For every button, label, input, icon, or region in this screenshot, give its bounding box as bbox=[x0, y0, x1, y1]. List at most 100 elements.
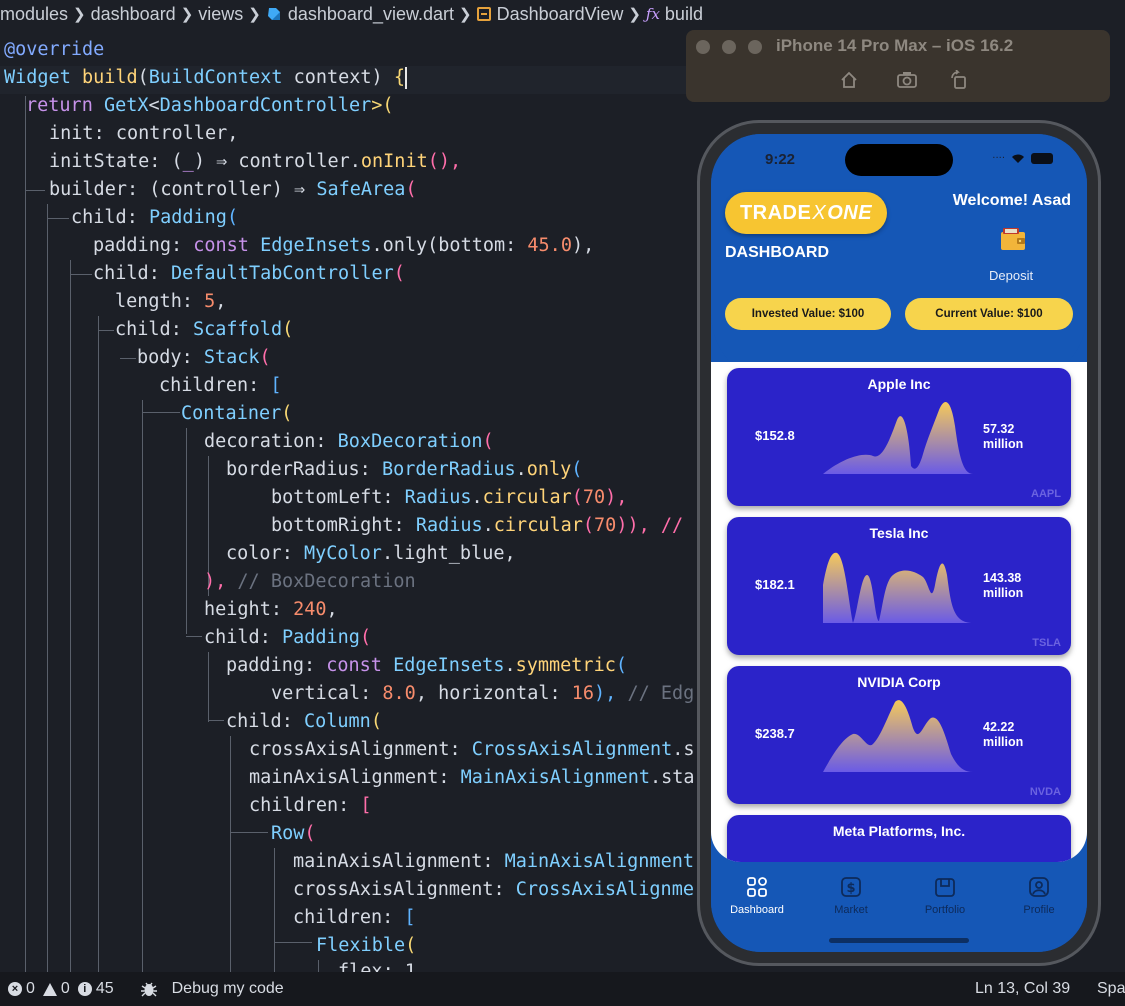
code-line[interactable]: child: DefaultTabController( bbox=[93, 260, 405, 288]
error-count: 0 bbox=[26, 980, 35, 997]
code-line[interactable]: children: [ bbox=[249, 792, 372, 820]
breadcrumb-modules[interactable]: modules bbox=[0, 4, 68, 25]
code-line[interactable]: children: [ bbox=[159, 372, 282, 400]
stock-name: Meta Platforms, Inc. bbox=[832, 823, 966, 839]
info-icon: i bbox=[77, 982, 92, 996]
code-line[interactable]: Flexible( bbox=[316, 932, 416, 960]
screenshot-icon[interactable] bbox=[896, 70, 918, 92]
nav-market[interactable]: $ Market bbox=[811, 876, 891, 916]
code-line[interactable]: flex: 1 bbox=[338, 958, 416, 972]
nav-dashboard[interactable]: Dashboard bbox=[717, 876, 797, 916]
breadcrumb-views[interactable]: views bbox=[198, 4, 243, 25]
simulator-titlebar[interactable]: iPhone 14 Pro Max – iOS 16.2 bbox=[686, 30, 1110, 102]
code-token: context) bbox=[282, 67, 394, 88]
code-token: Scaffold bbox=[192, 319, 283, 340]
chevron-right-icon: ❯ bbox=[180, 6, 194, 23]
battery-icon bbox=[1031, 152, 1053, 164]
code-line[interactable]: crossAxisAlignment: CrossAxisAlignme bbox=[293, 876, 694, 904]
stock-card-tesla[interactable]: Tesla Inc $182.1 143.38 million TSLA bbox=[727, 517, 1071, 655]
code-line[interactable]: mainAxisAlignment: MainAxisAlignment bbox=[293, 848, 694, 876]
code-line[interactable]: child: Padding( bbox=[204, 624, 371, 652]
code-line[interactable]: bottomRight: Radius.circular(70)), // bbox=[271, 512, 683, 540]
code-line[interactable]: Container( bbox=[181, 400, 292, 428]
code-line[interactable]: child: Scaffold( bbox=[115, 316, 293, 344]
code-line[interactable]: color: MyColor.light_blue, bbox=[226, 540, 516, 568]
wallet-icon[interactable] bbox=[999, 226, 1027, 252]
stock-list[interactable]: Apple Inc $152.8 57.32 million AAPL Tesla… bbox=[711, 362, 1087, 862]
code-line[interactable]: body: Stack( bbox=[137, 344, 271, 372]
stock-card-meta[interactable]: Meta Platforms, Inc. bbox=[727, 815, 1071, 862]
breadcrumb-class[interactable]: DashboardView bbox=[497, 4, 624, 25]
close-window-button[interactable] bbox=[696, 40, 710, 54]
rotate-icon[interactable] bbox=[948, 69, 970, 92]
code-token: : bbox=[438, 767, 461, 788]
code-token: Padding bbox=[281, 627, 360, 648]
app-logo: TRADE X ONE bbox=[725, 192, 887, 234]
indentation-setting[interactable]: Spa bbox=[1097, 980, 1125, 998]
code-token: 16 bbox=[571, 683, 595, 704]
code-line[interactable]: bottomLeft: Radius.circular(70), bbox=[271, 484, 627, 512]
stock-sparkline bbox=[823, 700, 973, 772]
minimize-window-button[interactable] bbox=[722, 40, 736, 54]
breadcrumb-file[interactable]: dashboard_view.dart bbox=[288, 4, 454, 25]
code-line[interactable]: ), // BoxDecoration bbox=[204, 568, 416, 596]
code-line[interactable]: padding: const EdgeInsets.symmetric( bbox=[226, 652, 627, 680]
stock-volume-value: 143.38 bbox=[983, 571, 1022, 585]
code-line[interactable]: @override bbox=[4, 36, 104, 64]
debug-button[interactable]: Debug my code bbox=[140, 980, 284, 998]
code-line[interactable]: child: Padding( bbox=[71, 204, 238, 232]
code-token: padding bbox=[93, 235, 171, 256]
code-line[interactable]: padding: const EdgeInsets.only(bottom: 4… bbox=[93, 232, 594, 260]
code-token: Flexible bbox=[316, 935, 406, 956]
code-line[interactable]: child: Column( bbox=[226, 708, 382, 736]
function-icon: ƒx bbox=[645, 5, 660, 23]
stock-name: Tesla Inc bbox=[869, 525, 929, 541]
code-line[interactable]: length: 5, bbox=[115, 288, 226, 316]
code-line[interactable]: vertical: 8.0, horizontal: 16), // Edg bbox=[271, 680, 694, 708]
breadcrumb-method[interactable]: build bbox=[665, 4, 703, 25]
deposit-label[interactable]: Deposit bbox=[989, 268, 1033, 283]
code-line[interactable]: mainAxisAlignment: MainAxisAlignment.sta bbox=[249, 764, 695, 792]
info-count: 45 bbox=[95, 980, 114, 997]
indent-guide bbox=[230, 736, 231, 972]
code-line[interactable]: children: [ bbox=[293, 904, 416, 932]
cursor-position[interactable]: Ln 13, Col 39 bbox=[975, 980, 1070, 998]
grid-icon bbox=[747, 877, 767, 897]
code-line[interactable]: borderRadius: BorderRadius.only( bbox=[226, 456, 582, 484]
warning-count: 0 bbox=[60, 980, 70, 997]
indent-guide bbox=[120, 358, 136, 359]
code-line[interactable]: initState: (_) ⇒ controller.onInit(), bbox=[49, 148, 461, 176]
breadcrumb-dashboard[interactable]: dashboard bbox=[91, 4, 176, 25]
nav-profile[interactable]: Profile bbox=[999, 876, 1079, 916]
code-line[interactable]: init: controller, bbox=[49, 120, 238, 148]
home-icon[interactable] bbox=[838, 70, 860, 92]
code-token: body bbox=[137, 347, 182, 368]
stock-ticker: TSLA bbox=[1032, 637, 1061, 649]
zoom-window-button[interactable] bbox=[748, 40, 762, 54]
nav-portfolio[interactable]: Portfolio bbox=[905, 876, 985, 916]
code-line[interactable]: height: 240, bbox=[204, 596, 338, 624]
problems-indicator[interactable]: × 0 0 i 45 bbox=[8, 980, 114, 998]
stock-card-nvidia[interactable]: NVIDIA Corp $238.7 42.22 million NVDA bbox=[727, 666, 1071, 804]
code-token: MainAxisAlignment bbox=[460, 767, 650, 788]
code-editor[interactable]: @override Widget build(BuildContext cont… bbox=[0, 28, 700, 972]
code-token: : bbox=[382, 907, 405, 928]
code-token: color bbox=[226, 543, 282, 564]
code-token: ( bbox=[582, 515, 595, 536]
code-token: DashboardController bbox=[159, 95, 372, 116]
code-token: GetX bbox=[103, 95, 149, 116]
code-token: : bbox=[449, 739, 472, 760]
code-token: : bbox=[248, 375, 271, 396]
code-line[interactable]: Row( bbox=[271, 820, 316, 848]
code-line[interactable]: Widget build(BuildContext context) { bbox=[4, 64, 407, 92]
code-token: symmetric bbox=[515, 655, 616, 676]
code-line[interactable]: builder: (controller) ⇒ SafeArea( bbox=[49, 176, 417, 204]
code-line[interactable]: return GetX<DashboardController>( bbox=[26, 92, 394, 120]
dart-file-icon bbox=[267, 8, 280, 20]
code-token: { bbox=[393, 67, 405, 88]
code-line[interactable]: decoration: BoxDecoration( bbox=[204, 428, 494, 456]
code-line[interactable]: crossAxisAlignment: CrossAxisAlignment.s bbox=[249, 736, 695, 764]
code-token: [ bbox=[404, 907, 416, 928]
stock-card-apple[interactable]: Apple Inc $152.8 57.32 million AAPL bbox=[727, 368, 1071, 506]
phone-screen[interactable]: 9:22 ···· TRADE X ONE DASHBOARD Welcome! A… bbox=[711, 134, 1087, 952]
